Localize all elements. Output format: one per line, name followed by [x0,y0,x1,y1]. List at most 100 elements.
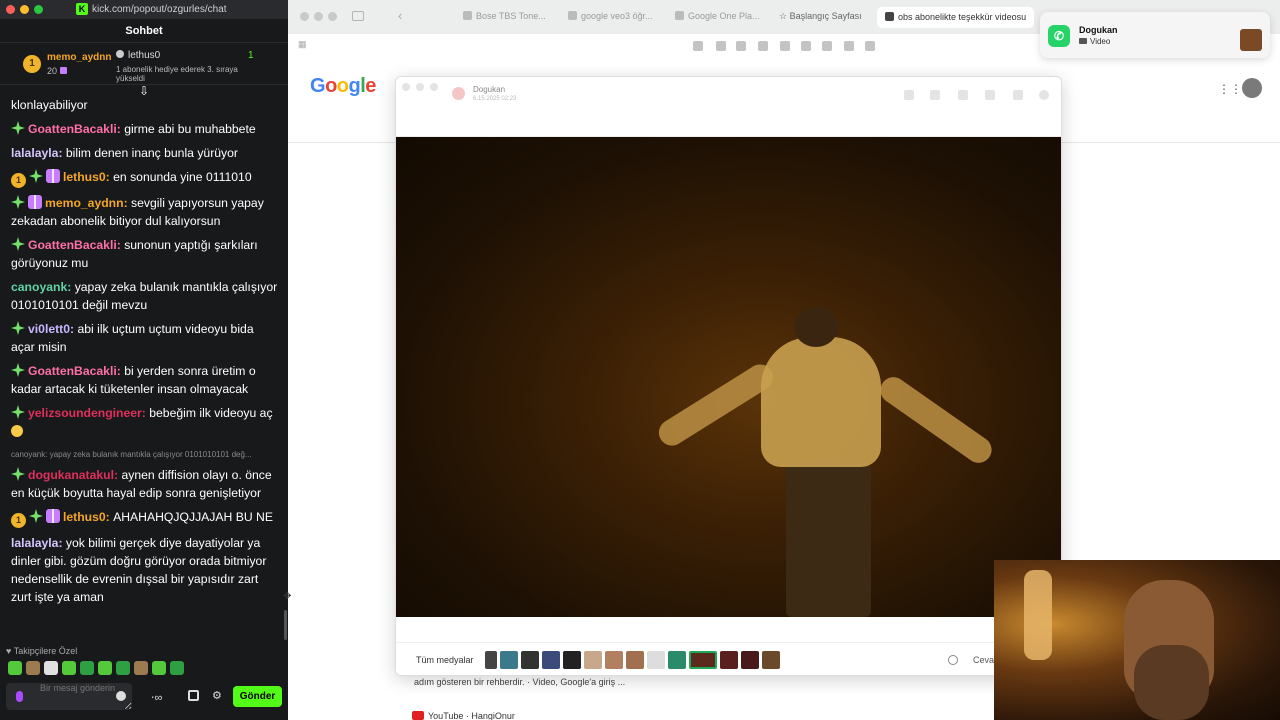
browser-tab[interactable]: google veo3 öğr... [568,11,653,21]
message-username[interactable]: memo_aydnn [45,196,124,210]
media-thumbnail[interactable] [762,651,780,669]
media-thumbnail-selected[interactable] [689,651,717,669]
forward-icon[interactable] [930,90,940,100]
emote-icon[interactable] [26,661,40,675]
message-username[interactable]: lalalayla [11,536,58,550]
minimize-window-button[interactable] [20,5,29,14]
emote-icon[interactable] [8,661,22,675]
close-window-button[interactable] [300,12,309,21]
gear-icon[interactable]: ⚙ [212,689,222,702]
microphone-icon[interactable] [16,691,23,702]
media-strip: Tüm medyalar Cevap [396,642,1061,675]
all-media-link[interactable]: Tüm medyalar [416,655,474,665]
browser-tab[interactable]: Google One Pla... [675,11,760,21]
microphone-stand [1024,570,1052,660]
message-username[interactable]: dogukanatakul [28,468,114,482]
close-window-button[interactable] [402,83,410,91]
maximize-window-button[interactable] [34,5,43,14]
reply-preview[interactable]: canoyank: yapay zeka bulanık mantıkla ça… [11,446,278,464]
sparkle-badge-icon [11,405,25,419]
emote-icon[interactable] [152,661,166,675]
tab-label: Başlangıç Sayfası [789,11,862,21]
maximize-window-button[interactable] [328,12,337,21]
message-username[interactable]: GoattenBacakli [28,122,117,136]
message-username[interactable]: GoattenBacakli [28,238,117,252]
bookmark-icon[interactable] [716,41,726,51]
media-thumbnail[interactable] [500,651,518,669]
message-username[interactable]: canoyank [11,280,67,294]
media-thumbnail[interactable] [563,651,581,669]
gift-badge-icon [28,195,42,209]
chat-window: K kick.com/popout/ozgurles/chat Sohbet 1… [0,0,288,720]
media-thumbnail[interactable] [584,651,602,669]
video-player[interactable] [396,137,1061,617]
media-thumbnail[interactable] [668,651,686,669]
emote-icon[interactable] [116,661,130,675]
chat-message-list: klonlayabiliyor GoattenBacakli: girme ab… [0,96,288,646]
emoji-picker-icon[interactable] [116,691,126,701]
emote-icon[interactable] [134,661,148,675]
message-username[interactable]: lethus0 [63,170,106,184]
bookmark-icon[interactable] [822,41,832,51]
trash-icon[interactable] [1013,90,1023,100]
account-avatar[interactable] [1242,78,1262,98]
minimize-window-button[interactable] [416,83,424,91]
top-gifter-name[interactable]: memo_aydnn [47,52,111,63]
message-username[interactable]: vi0lett0 [28,322,70,336]
chat-url: kick.com/popout/ozgurles/chat [92,4,227,15]
search-result-source[interactable]: YouTube · HangiOnur [412,711,515,720]
chat-scrollbar[interactable] [284,610,287,640]
message-username[interactable]: lalalayla [11,146,58,160]
gifter-name[interactable]: lethus0 [116,50,160,61]
media-thumbnail[interactable] [741,651,759,669]
pinned-gift-banner[interactable]: 1 memo_aydnn 20 lethus0 1 abonelik hediy… [0,43,288,85]
google-logo[interactable]: Google [310,75,376,98]
message-username[interactable]: GoattenBacakli [28,364,117,378]
chat-message: GoattenBacakli: bi yerden sonra üretim o… [11,363,256,396]
bookmark-icon[interactable] [736,41,746,51]
more-options-icon[interactable] [1039,90,1049,100]
emote-icon[interactable] [98,661,112,675]
bookmark-star-icon: ☆ [779,11,790,21]
media-thumbnail[interactable] [647,651,665,669]
media-thumbnail[interactable] [542,651,560,669]
minimize-window-button[interactable] [314,12,323,21]
back-arrow-icon[interactable]: ‹ [398,8,402,23]
chat-message: lalalayla: bilim denen inanç bunla yürüy… [11,146,238,160]
bookmark-icon[interactable] [780,41,790,51]
media-thumbnail[interactable] [626,651,644,669]
store-icon[interactable] [188,690,199,701]
reply-icon[interactable] [948,655,958,665]
browser-tab-active[interactable]: obs abonelikte teşekkür videosu [877,7,1035,28]
sidebar-toggle-icon[interactable] [352,11,364,21]
emote-icon[interactable] [80,661,94,675]
link-icon[interactable]: ⋅∞ [151,691,162,704]
send-button[interactable]: Gönder [233,686,282,707]
bookmark-icon[interactable] [801,41,811,51]
message-username[interactable]: lethus0 [63,510,106,524]
maximize-window-button[interactable] [430,83,438,91]
media-thumbnail[interactable] [720,651,738,669]
media-thumbnail[interactable] [485,651,497,669]
emote-icon[interactable] [62,661,76,675]
message-username[interactable]: yelizsoundengineer [28,406,142,420]
bookmark-icon[interactable] [844,41,854,51]
whatsapp-notification[interactable]: ✆ Dogukan Video [1040,12,1270,58]
emote-icon[interactable] [44,661,58,675]
chat-message-input[interactable] [6,683,132,710]
pin-icon[interactable] [958,90,968,100]
sparkle-badge-icon [29,169,43,183]
download-icon[interactable] [904,90,914,100]
browser-tab[interactable]: ☆ Başlangıç Sayfası [779,11,862,22]
media-thumbnail[interactable] [605,651,623,669]
grid-icon[interactable]: ▦ [298,39,307,50]
close-window-button[interactable] [6,5,15,14]
bookmark-icon[interactable] [758,41,768,51]
media-thumbnail[interactable] [521,651,539,669]
bookmark-icon[interactable] [865,41,875,51]
chat-input-row: ⋅∞ ⚙ Gönder [6,683,282,710]
bookmark-icon[interactable] [693,41,703,51]
emote-icon[interactable] [170,661,184,675]
star-icon[interactable] [985,90,995,100]
browser-tab[interactable]: Bose TBS Tone... [463,11,546,21]
